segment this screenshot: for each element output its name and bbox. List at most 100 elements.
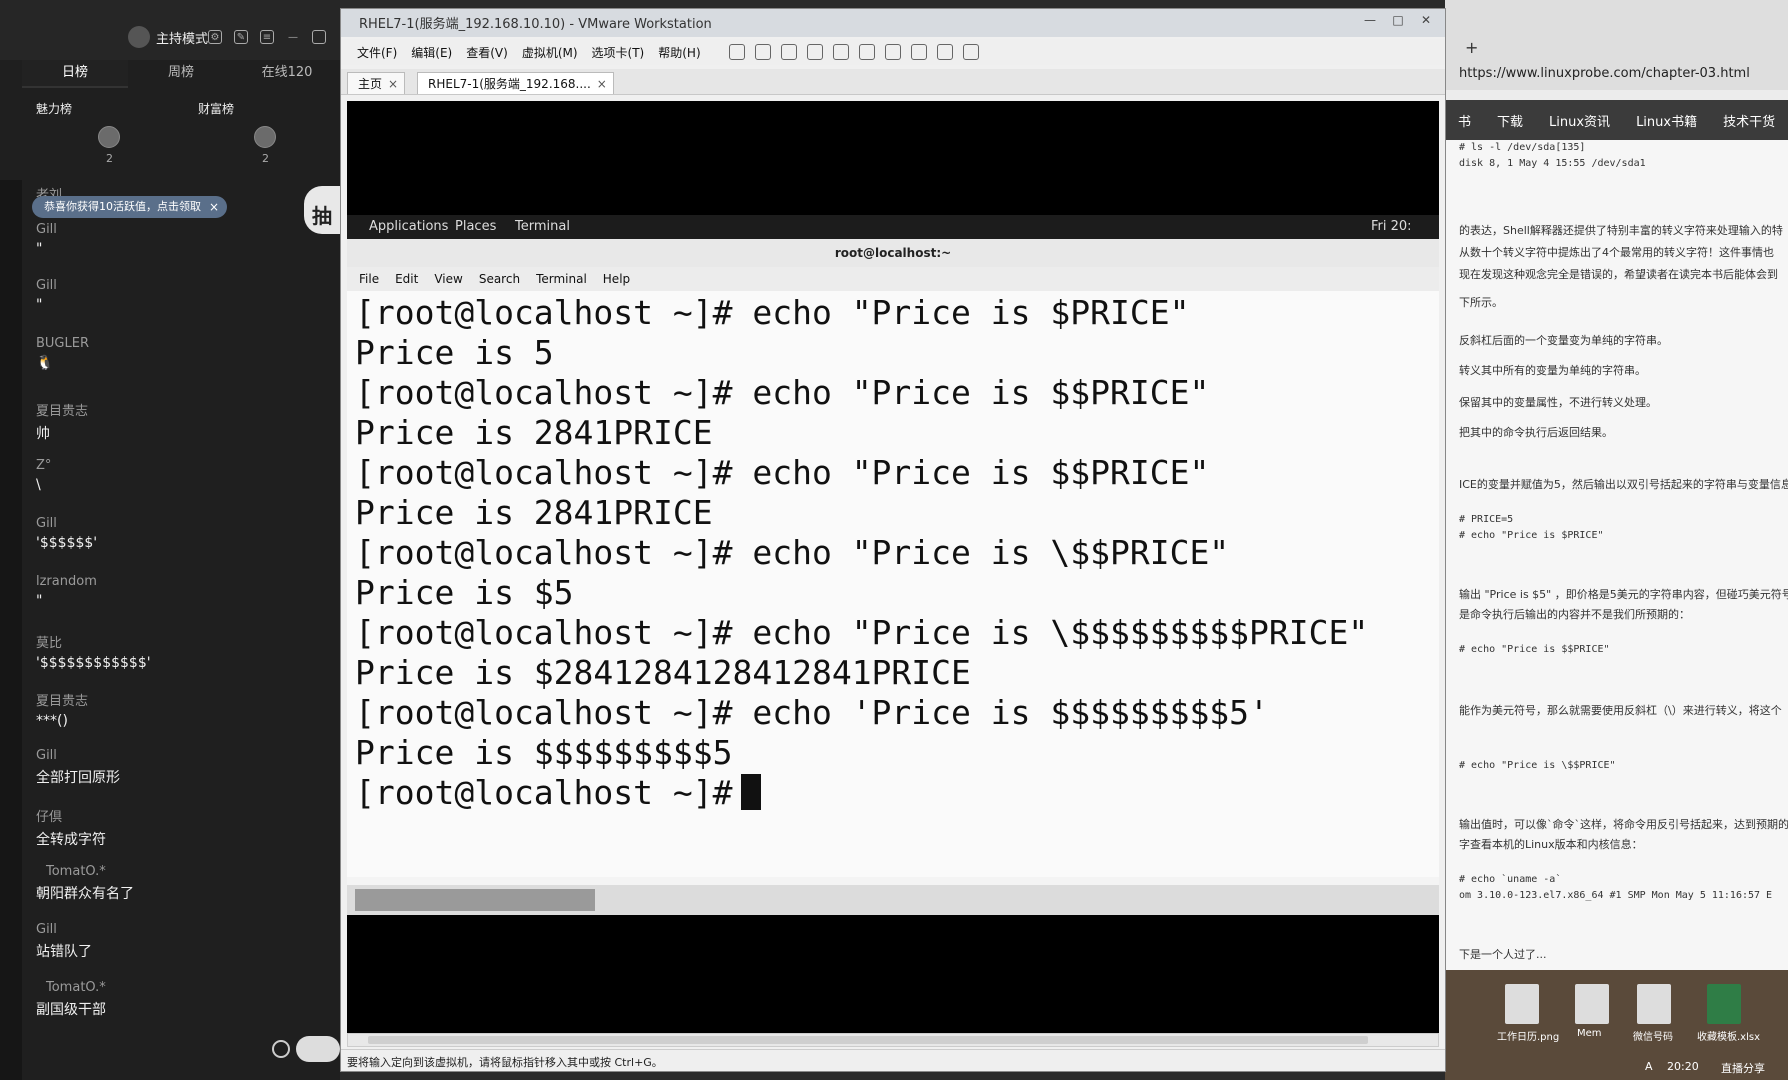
- terminal-line: [root@localhost ~]# echo "Price is $PRIC…: [355, 293, 1190, 332]
- maximize-icon[interactable]: □: [1391, 13, 1405, 27]
- taskbar-terminal-item[interactable]: [355, 889, 595, 911]
- article-line: 从数十个转义字符中提炼出了4个最常用的转义字符！这件事情也: [1459, 246, 1774, 259]
- taskbar-ime[interactable]: A: [1645, 1060, 1653, 1073]
- new-tab-icon[interactable]: +: [1465, 38, 1478, 57]
- revert-snapshot-icon[interactable]: [806, 44, 823, 60]
- chat-message: 莫比 '$$$$$$$$$$$$': [36, 632, 151, 671]
- minimize-icon[interactable]: —: [1363, 13, 1377, 27]
- close-icon[interactable]: ×: [388, 73, 398, 95]
- activity-notice[interactable]: 恭喜你获得10活跃值，点击领取 ×: [32, 196, 227, 218]
- tab-online[interactable]: 在线120: [234, 60, 340, 88]
- library-icon[interactable]: [858, 44, 875, 60]
- thumbnail-icon[interactable]: [962, 44, 979, 60]
- tab-home[interactable]: 主页 ×: [347, 72, 406, 95]
- lottery-badge[interactable]: 抽: [304, 186, 340, 234]
- terminal-line: Price is $2841284128412841PRICE: [355, 653, 971, 692]
- edit-icon[interactable]: ✎: [234, 30, 248, 44]
- desktop-icon-label: 工作日历.png: [1497, 1032, 1560, 1043]
- menu-help[interactable]: 帮助(H): [658, 44, 700, 61]
- menu-file[interactable]: 文件(F): [357, 44, 397, 61]
- terminal-output[interactable]: [root@localhost ~]# echo "Price is $PRIC…: [347, 291, 1439, 877]
- menu-icon[interactable]: ≡: [260, 30, 274, 44]
- settings-icon[interactable]: ⚙: [208, 30, 222, 44]
- window-buttons: — □ ✕: [1363, 13, 1433, 27]
- term-menu-edit[interactable]: Edit: [395, 272, 418, 286]
- chat-message: Gill '$$$$$$': [36, 516, 97, 551]
- nav-item[interactable]: 书: [1445, 111, 1484, 130]
- close-icon[interactable]: ✕: [1419, 13, 1433, 27]
- chat-input[interactable]: [296, 1036, 340, 1062]
- maximize-icon[interactable]: [312, 30, 326, 44]
- wealth-rank-count: 2: [262, 152, 269, 165]
- terminal-app-indicator[interactable]: Terminal: [515, 219, 570, 234]
- places-menu[interactable]: Places: [455, 219, 496, 234]
- menu-view[interactable]: 查看(V): [466, 44, 508, 61]
- rank-row: 魅力榜 财富榜 2 2: [22, 96, 340, 166]
- tab-label: RHEL7-1(服务端_192.168....: [428, 77, 591, 91]
- term-menu-terminal[interactable]: Terminal: [536, 272, 587, 286]
- file-icon[interactable]: [1575, 984, 1609, 1024]
- host-mode[interactable]: 主持模式: [128, 26, 208, 48]
- snapshot-icon[interactable]: [780, 44, 797, 60]
- snapshot-manager-icon[interactable]: [832, 44, 849, 60]
- article-line: # echo "Price is $$PRICE": [1459, 644, 1610, 655]
- term-menu-file[interactable]: File: [359, 272, 379, 286]
- minimize-icon[interactable]: —: [286, 30, 300, 44]
- term-menu-search[interactable]: Search: [479, 272, 520, 286]
- site-nav: 书 下载 Linux资讯 Linux书籍 技术干货: [1445, 100, 1788, 140]
- nav-item[interactable]: 技术干货: [1710, 111, 1788, 130]
- address-bar[interactable]: https://www.linuxprobe.com/chapter-03.ht…: [1459, 66, 1750, 81]
- chat-message: TomatO.* 朝阳群众有名了: [36, 864, 134, 903]
- chat-user: TomatO.*: [46, 980, 106, 995]
- nav-item[interactable]: Linux资讯: [1536, 111, 1623, 130]
- console-view-icon[interactable]: [884, 44, 901, 60]
- desktop-icon-label: 收藏模板.xlsx: [1697, 1032, 1761, 1043]
- livestream-topbar: 主持模式 ⚙ ✎ ≡ —: [0, 0, 340, 60]
- gnome-top-panel: Applications Places Terminal Fri 20:: [347, 215, 1439, 239]
- tab-vm[interactable]: RHEL7-1(服务端_192.168.... ×: [417, 72, 614, 94]
- article-line: # echo "Price is \$$PRICE": [1459, 760, 1616, 771]
- chat-text: \: [36, 477, 41, 493]
- terminal-line: [root@localhost ~]# echo "Price is $$PRI…: [355, 373, 1210, 412]
- taskbar-share[interactable]: 直播分享: [1721, 1060, 1765, 1076]
- nav-item[interactable]: 下载: [1484, 111, 1536, 130]
- terminal-menubar: File Edit View Search Terminal Help: [347, 267, 1439, 291]
- term-menu-view[interactable]: View: [434, 272, 462, 286]
- gnome-taskbar: [347, 885, 1439, 915]
- terminal-line: [root@localhost ~]# echo 'Price is $$$$$…: [355, 693, 1269, 732]
- file-icon[interactable]: [1637, 984, 1671, 1024]
- scrollbar-thumb[interactable]: [368, 1036, 1368, 1044]
- pause-icon[interactable]: [728, 44, 745, 60]
- charm-rank-label[interactable]: 魅力榜: [36, 100, 72, 117]
- vm-screen[interactable]: Applications Places Terminal Fri 20: roo…: [347, 101, 1439, 1041]
- vmware-statusbar: 要将输入定向到该虚拟机，请将鼠标指针移入其中或按 Ctrl+G。: [341, 1049, 1445, 1071]
- applications-menu[interactable]: Applications: [369, 219, 448, 234]
- send-keys-icon[interactable]: [754, 44, 771, 60]
- term-menu-help[interactable]: Help: [603, 272, 630, 286]
- tab-weekly[interactable]: 周榜: [128, 60, 234, 88]
- vmware-window: RHEL7-1(服务端_192.168.10.10) - VMware Work…: [340, 8, 1446, 1072]
- charm-rank-avatar[interactable]: [98, 126, 120, 148]
- article-content: # ls -l /dev/sda[135] disk 8, 1 May 4 15…: [1445, 140, 1788, 970]
- close-icon[interactable]: ×: [597, 73, 607, 95]
- tab-daily[interactable]: 日榜: [22, 60, 128, 88]
- menu-tabs[interactable]: 选项卡(T): [592, 44, 645, 61]
- wealth-rank-label[interactable]: 财富榜: [198, 100, 234, 117]
- vmware-toolbar: [728, 44, 979, 60]
- menu-vm[interactable]: 虚拟机(M): [522, 44, 578, 61]
- nav-item[interactable]: Linux书籍: [1623, 111, 1710, 130]
- fullscreen-icon[interactable]: [910, 44, 927, 60]
- chat-text: 帅: [36, 426, 50, 442]
- article-line: 的表达，Shell解释器还提供了特别丰富的转义字符来处理输入的特: [1459, 224, 1783, 237]
- panel-clock[interactable]: Fri 20:: [1371, 219, 1412, 234]
- browser-chrome: + https://www.linuxprobe.com/chapter-03.…: [1445, 0, 1788, 90]
- notice-close-icon[interactable]: ×: [209, 196, 219, 218]
- horizontal-scrollbar[interactable]: [347, 1033, 1439, 1047]
- unity-icon[interactable]: [936, 44, 953, 60]
- chat-message: BUGLER 🐧: [36, 336, 89, 371]
- excel-file-icon[interactable]: [1707, 984, 1741, 1024]
- wealth-rank-avatar[interactable]: [254, 126, 276, 148]
- file-icon[interactable]: [1505, 984, 1539, 1024]
- emoji-icon[interactable]: [272, 1040, 290, 1058]
- menu-edit[interactable]: 编辑(E): [411, 44, 452, 61]
